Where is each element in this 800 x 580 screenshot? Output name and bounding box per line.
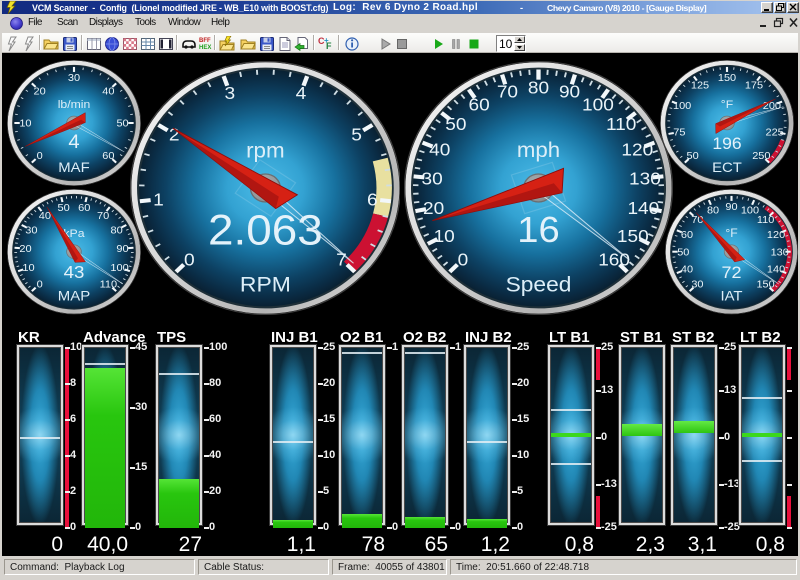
svg-text:10: 10 <box>434 225 455 245</box>
svg-text:90: 90 <box>725 201 737 213</box>
svg-text:110: 110 <box>99 279 117 291</box>
svg-text:150: 150 <box>617 225 649 245</box>
svg-text:40: 40 <box>38 210 50 222</box>
svg-text:90: 90 <box>116 244 128 256</box>
svg-text:0: 0 <box>184 249 195 269</box>
svg-text:2: 2 <box>169 124 180 144</box>
svg-text:150: 150 <box>717 73 735 85</box>
svg-text:F: F <box>326 41 332 51</box>
svg-text:75: 75 <box>673 127 685 139</box>
svg-text:10: 10 <box>22 263 34 275</box>
svg-text:0: 0 <box>458 249 469 269</box>
svg-text:80: 80 <box>110 225 122 237</box>
svg-text:100: 100 <box>110 263 128 275</box>
svg-text:120: 120 <box>766 229 784 241</box>
svg-text:0: 0 <box>36 279 42 291</box>
svg-text:MAP: MAP <box>57 289 89 304</box>
svg-text:16: 16 <box>517 208 559 249</box>
svg-text:50: 50 <box>677 247 689 259</box>
svg-text:196: 196 <box>712 135 741 153</box>
svg-text:120: 120 <box>621 139 653 159</box>
svg-text:60: 60 <box>78 202 90 214</box>
svg-text:125: 125 <box>690 80 708 92</box>
svg-text:4: 4 <box>68 132 79 153</box>
svg-text:50: 50 <box>57 202 69 214</box>
svg-text:30: 30 <box>25 225 37 237</box>
svg-text:80: 80 <box>528 76 549 96</box>
svg-text:110: 110 <box>606 113 636 133</box>
svg-text:140: 140 <box>766 264 784 276</box>
svg-text:50: 50 <box>116 118 128 130</box>
svg-text:60: 60 <box>468 93 489 113</box>
svg-text:5: 5 <box>351 124 362 144</box>
svg-text:0: 0 <box>36 151 42 163</box>
svg-text:°F: °F <box>725 226 737 240</box>
svg-text:160: 160 <box>598 249 630 269</box>
svg-text:3: 3 <box>224 82 235 102</box>
svg-text:50: 50 <box>686 151 698 163</box>
svg-text:90: 90 <box>559 81 580 101</box>
svg-text:50: 50 <box>445 113 466 133</box>
svg-text:2.063: 2.063 <box>208 206 323 253</box>
svg-text:100: 100 <box>672 101 690 113</box>
svg-text:150: 150 <box>756 279 774 291</box>
svg-text:4: 4 <box>295 82 306 102</box>
svg-text:60: 60 <box>680 229 692 241</box>
svg-text:110: 110 <box>756 215 774 227</box>
svg-text:rpm: rpm <box>246 137 285 161</box>
svg-text:30: 30 <box>67 73 79 85</box>
svg-text:60: 60 <box>102 151 114 163</box>
svg-text:80: 80 <box>706 205 718 217</box>
svg-text:43: 43 <box>63 263 84 282</box>
svg-text:10: 10 <box>19 118 31 130</box>
svg-text:mph: mph <box>517 137 560 161</box>
svg-text:1: 1 <box>153 189 164 209</box>
svg-text:MAF: MAF <box>58 161 90 177</box>
svg-text:40: 40 <box>429 139 450 159</box>
svg-text:70: 70 <box>497 81 518 101</box>
svg-text:225: 225 <box>765 127 783 139</box>
svg-text:Speed: Speed <box>506 271 572 295</box>
svg-text:40: 40 <box>680 264 692 276</box>
svg-text:RPM: RPM <box>240 272 291 296</box>
svg-text:IAT: IAT <box>720 289 742 305</box>
svg-text:20: 20 <box>19 244 31 256</box>
svg-text:30: 30 <box>691 279 703 291</box>
svg-text:175: 175 <box>744 80 762 92</box>
svg-text:100: 100 <box>582 93 614 113</box>
svg-text:250: 250 <box>752 151 770 163</box>
svg-text:40: 40 <box>102 86 114 98</box>
svg-text:20: 20 <box>423 197 444 217</box>
svg-text:140: 140 <box>627 197 659 217</box>
svg-text:20: 20 <box>33 86 45 98</box>
svg-text:70: 70 <box>96 210 108 222</box>
svg-text:HEX: HEX <box>199 45 211 51</box>
svg-text:30: 30 <box>421 167 442 187</box>
svg-text:130: 130 <box>770 247 788 259</box>
svg-text:°F: °F <box>720 98 732 112</box>
svg-text:130: 130 <box>629 167 661 187</box>
svg-text:70: 70 <box>691 215 703 227</box>
svg-text:ECT: ECT <box>712 161 742 177</box>
svg-text:72: 72 <box>721 263 741 282</box>
svg-text:BFF: BFF <box>199 38 211 44</box>
svg-text:lb/min: lb/min <box>57 98 90 112</box>
svg-text:6: 6 <box>367 189 378 209</box>
